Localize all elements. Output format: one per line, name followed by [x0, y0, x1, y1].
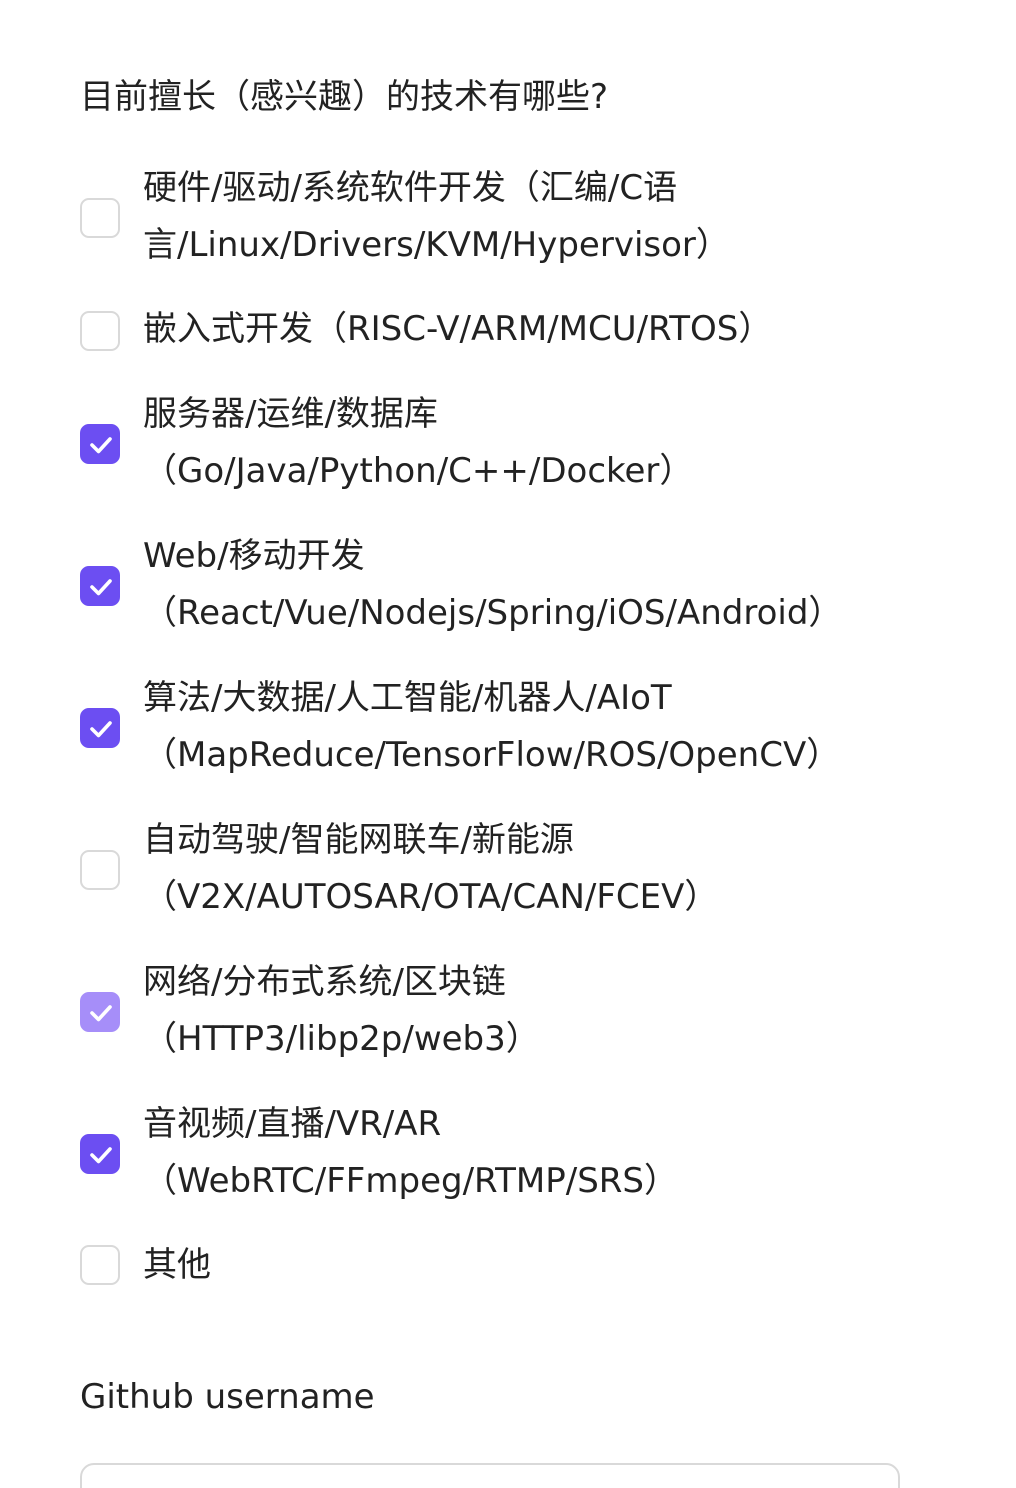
checkbox-checked[interactable] [80, 708, 120, 748]
option-label: 硬件/驱动/系统软件开发（汇编/C语 言/Linux/Drivers/KVM/H… [143, 160, 883, 274]
check-icon [90, 437, 112, 454]
option-label-line1: 其他 [143, 1245, 211, 1285]
option-label-line1: 音视频/直播/VR/AR [143, 1104, 442, 1144]
checkbox-checked[interactable] [80, 566, 120, 606]
check-icon [90, 1147, 112, 1164]
option-label: 音视频/直播/VR/AR （WebRTC/FFmpeg/RTMP/SRS） [143, 1096, 883, 1210]
option-label-line1: 服务器/运维/数据库 [143, 394, 438, 434]
option-label-line2: 言/Linux/Drivers/KVM/Hypervisor） [143, 225, 730, 265]
check-icon [90, 579, 112, 596]
checkbox[interactable] [80, 198, 120, 238]
option-label-line2: （MapReduce/TensorFlow/ROS/OpenCV） [143, 735, 841, 775]
checkbox[interactable] [80, 1245, 120, 1285]
option-label: 网络/分布式系统/区块链 （HTTP3/libp2p/web3） [143, 954, 883, 1068]
checkbox-checked[interactable] [80, 992, 120, 1032]
option-label-line1: 算法/大数据/人工智能/机器人/AIoT [143, 678, 672, 718]
option-label-line1: 网络/分布式系统/区块链 [143, 962, 506, 1002]
option-label-line1: 硬件/驱动/系统软件开发（汇编/C语 [143, 168, 678, 208]
option-label-line2: （React/Vue/Nodejs/Spring/iOS/Android） [143, 593, 843, 633]
option-label: 服务器/运维/数据库 （Go/Java/Python/C++/Docker） [143, 386, 883, 500]
question-title: 目前擅长（感兴趣）的技术有哪些? [80, 77, 609, 117]
option-label: 自动驾驶/智能网联车/新能源 （V2X/AUTOSAR/OTA/CAN/FCEV… [143, 812, 883, 926]
option-label: Web/移动开发 （React/Vue/Nodejs/Spring/iOS/An… [143, 528, 883, 642]
option-label-line2: （V2X/AUTOSAR/OTA/CAN/FCEV） [143, 877, 719, 917]
option-label-line1: 嵌入式开发（RISC-V/ARM/MCU/RTOS） [143, 309, 773, 349]
option-label: 算法/大数据/人工智能/机器人/AIoT （MapReduce/TensorFl… [143, 670, 883, 784]
checkbox-checked[interactable] [80, 424, 120, 464]
option-label-line2: （Go/Java/Python/C++/Docker） [143, 451, 694, 491]
check-icon [90, 1005, 112, 1022]
checkbox-checked[interactable] [80, 1134, 120, 1174]
option-label-line1: Web/移动开发 [143, 536, 365, 576]
option-label: 嵌入式开发（RISC-V/ARM/MCU/RTOS） [143, 301, 883, 358]
github-username-label: Github username [80, 1377, 375, 1417]
option-label-line2: （HTTP3/libp2p/web3） [143, 1019, 540, 1059]
option-label-line1: 自动驾驶/智能网联车/新能源 [143, 820, 574, 860]
option-label: 其他 [143, 1237, 883, 1294]
check-icon [90, 721, 112, 738]
checkbox[interactable] [80, 311, 120, 351]
github-username-input[interactable] [80, 1463, 900, 1488]
option-label-line2: （WebRTC/FFmpeg/RTMP/SRS） [143, 1161, 679, 1201]
checkbox[interactable] [80, 850, 120, 890]
